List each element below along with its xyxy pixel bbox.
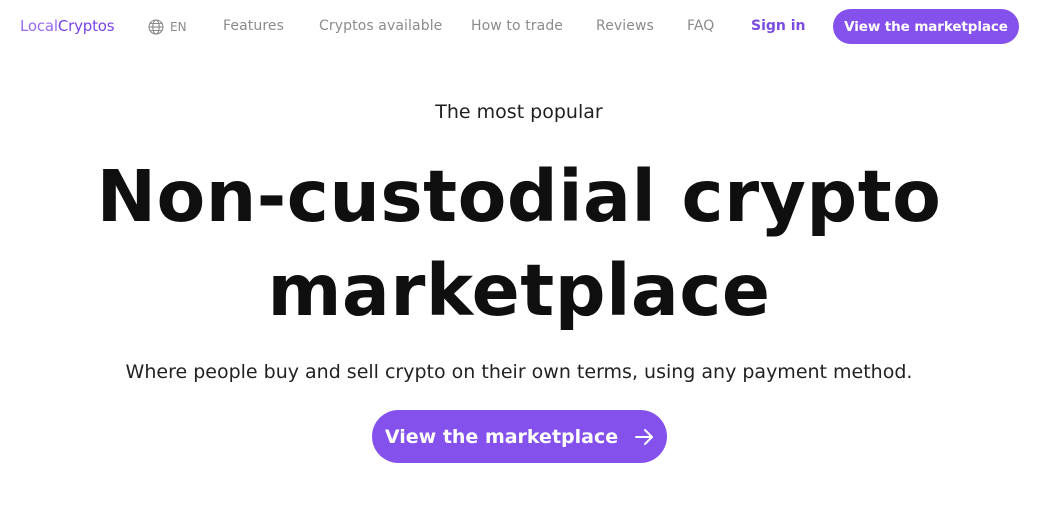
sign-in-link[interactable]: Sign in xyxy=(751,18,806,34)
logo-text-part1: Local xyxy=(20,17,58,35)
hero-eyebrow: The most popular xyxy=(435,101,603,123)
hero-headline-line2: marketplace xyxy=(267,249,771,332)
language-selector[interactable]: EN xyxy=(148,19,187,35)
nav-link-how-to-trade[interactable]: How to trade xyxy=(471,18,563,34)
top-navigation: LocalCryptos EN Features Cryptos availab… xyxy=(0,0,1038,54)
logo[interactable]: LocalCryptos xyxy=(20,17,115,35)
hero-headline-line1: Non-custodial crypto xyxy=(96,155,942,238)
language-code: EN xyxy=(170,20,187,34)
hero-headline: Non-custodial crypto marketplace xyxy=(0,150,1038,338)
nav-link-cryptos-available[interactable]: Cryptos available xyxy=(319,18,442,34)
arrow-right-icon xyxy=(634,428,654,446)
globe-icon xyxy=(148,19,164,35)
logo-text-part2: Cryptos xyxy=(57,17,115,35)
hero-subtitle: Where people buy and sell crypto on thei… xyxy=(125,361,913,383)
nav-view-marketplace-button[interactable]: View the marketplace xyxy=(833,9,1019,44)
nav-link-features[interactable]: Features xyxy=(223,18,284,34)
nav-cta-label: View the marketplace xyxy=(844,18,1008,35)
nav-link-faq[interactable]: FAQ xyxy=(687,18,714,34)
nav-link-reviews[interactable]: Reviews xyxy=(596,18,654,34)
hero-view-marketplace-button[interactable]: View the marketplace xyxy=(372,410,667,463)
hero-cta-label: View the marketplace xyxy=(384,425,619,448)
